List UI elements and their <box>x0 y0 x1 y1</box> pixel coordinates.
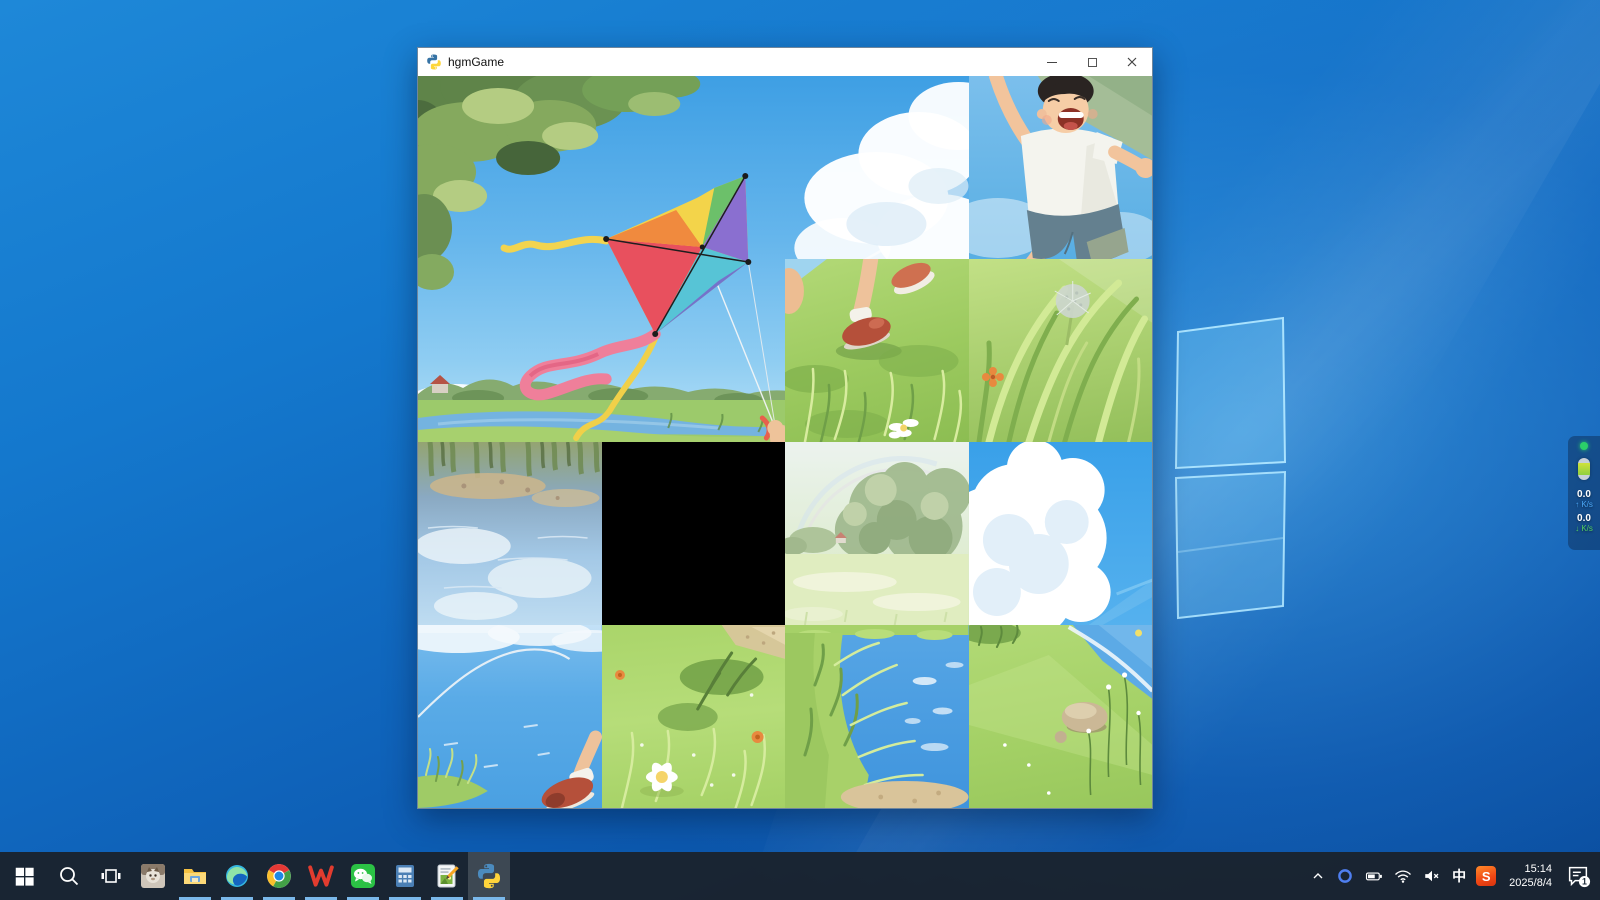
taskbar-python-game[interactable] <box>468 852 510 900</box>
edge-icon <box>224 863 250 889</box>
status-dot-icon <box>1580 442 1588 450</box>
sogou-icon: S <box>1476 866 1496 886</box>
close-icon <box>1127 57 1137 67</box>
cloud-art <box>969 442 1153 625</box>
puzzle-tile-water-shoe[interactable] <box>418 625 602 808</box>
folder-icon <box>182 863 208 889</box>
clock-date: 2025/8/4 <box>1509 876 1552 890</box>
python-app-icon <box>426 54 442 70</box>
tray-sogou-ime[interactable]: S <box>1471 852 1501 900</box>
puzzle-tile-hazy-trees[interactable] <box>785 442 969 625</box>
taskbar-search-button[interactable] <box>48 852 90 900</box>
wallpaper-windows-logo <box>1165 300 1305 630</box>
python-icon <box>476 863 502 889</box>
puzzle-tile-grass-dandelion[interactable] <box>969 259 1153 442</box>
tray-app-ring[interactable] <box>1331 852 1359 900</box>
hazy-trees-art <box>785 442 969 625</box>
download-arrow-icon: ↓ <box>1575 524 1579 533</box>
chrome-icon <box>266 863 292 889</box>
puzzle-tile-riverbank[interactable] <box>785 625 969 808</box>
speaker-muted-icon <box>1422 867 1442 885</box>
calculator-icon <box>392 863 418 889</box>
notes-editor-icon <box>434 863 460 889</box>
puzzle-tile-water-reflections[interactable] <box>418 442 602 625</box>
grass-dandelion-art <box>969 259 1153 442</box>
tray-clock[interactable]: 15:14 2025/8/4 <box>1501 862 1560 890</box>
tray-input-method[interactable]: 中 <box>1447 852 1471 900</box>
chevron-up-icon <box>1310 868 1326 884</box>
taskbar-file-explorer[interactable] <box>174 852 216 900</box>
task-view-button[interactable] <box>90 852 132 900</box>
close-button[interactable] <box>1112 48 1152 76</box>
game-window: hgmGame <box>417 47 1153 809</box>
maximize-icon <box>1088 58 1097 67</box>
tray-battery[interactable] <box>1359 852 1389 900</box>
clock-time: 15:14 <box>1524 862 1552 876</box>
puzzle-board <box>418 76 1152 808</box>
grass-slope-art <box>969 625 1153 808</box>
ime-zh-label: 中 <box>1452 866 1466 886</box>
taskbar-chrome[interactable] <box>258 852 300 900</box>
upload-speed-value: 0.0 <box>1577 489 1591 500</box>
running-legs-art <box>785 259 969 442</box>
taskbar-calculator[interactable] <box>384 852 426 900</box>
taskbar-photo-app[interactable] <box>132 852 174 900</box>
taskbar-wps[interactable] <box>300 852 342 900</box>
white-flower-art <box>602 625 786 808</box>
tray-volume-muted[interactable] <box>1417 852 1447 900</box>
window-title: hgmGame <box>448 55 1032 69</box>
cat-photo-icon <box>140 863 166 889</box>
puzzle-tile-grass-slope[interactable] <box>969 625 1153 808</box>
battery-icon <box>1364 867 1384 885</box>
action-center-icon: 1 <box>1565 863 1591 889</box>
system-tray: 中 S 15:14 2025/8/4 1 <box>1305 852 1600 900</box>
upload-arrow-icon: ↑ <box>1575 500 1579 509</box>
puzzle-tile-running-boy[interactable] <box>969 76 1153 259</box>
upload-speed-unit: K/s <box>1581 500 1593 509</box>
taskbar-notes-editor[interactable] <box>426 852 468 900</box>
taskbar-edge[interactable] <box>216 852 258 900</box>
puzzle-tile-running-legs[interactable] <box>785 259 969 442</box>
tray-wifi[interactable] <box>1389 852 1417 900</box>
minimize-icon <box>1047 62 1057 63</box>
net-speed-widget[interactable]: 0.0 ↑ K/s 0.0 ↓ K/s <box>1568 436 1600 550</box>
water-shoe-art <box>418 625 602 808</box>
titlebar[interactable]: hgmGame <box>418 48 1152 76</box>
blue-ring-icon <box>1336 867 1354 885</box>
hidden-icons-button[interactable] <box>1305 852 1331 900</box>
maximize-button[interactable] <box>1072 48 1112 76</box>
security-pill-icon <box>1578 458 1590 480</box>
minimize-button[interactable] <box>1032 48 1072 76</box>
windows-logo-icon <box>13 865 35 887</box>
puzzle-tile-cloud[interactable] <box>969 442 1153 625</box>
wechat-icon <box>350 863 376 889</box>
download-speed-value: 0.0 <box>1577 513 1591 524</box>
download-speed-unit: K/s <box>1581 524 1593 533</box>
running-boy-art <box>969 76 1153 259</box>
notification-badge: 1 <box>1582 877 1587 887</box>
action-center-button[interactable]: 1 <box>1560 852 1596 900</box>
task-view-icon <box>99 864 123 888</box>
puzzle-tile-white-flower[interactable] <box>602 625 786 808</box>
search-icon <box>57 864 81 888</box>
taskbar: 中 S 15:14 2025/8/4 1 <box>0 852 1600 900</box>
wps-w-icon <box>308 863 334 889</box>
wifi-icon <box>1394 867 1412 885</box>
riverbank-art <box>785 625 969 808</box>
desktop: 0.0 ↑ K/s 0.0 ↓ K/s hgmGame <box>0 0 1600 900</box>
water-reflections-art <box>418 442 602 625</box>
puzzle-empty-tile <box>602 442 786 625</box>
taskbar-wechat[interactable] <box>342 852 384 900</box>
start-button[interactable] <box>0 852 48 900</box>
